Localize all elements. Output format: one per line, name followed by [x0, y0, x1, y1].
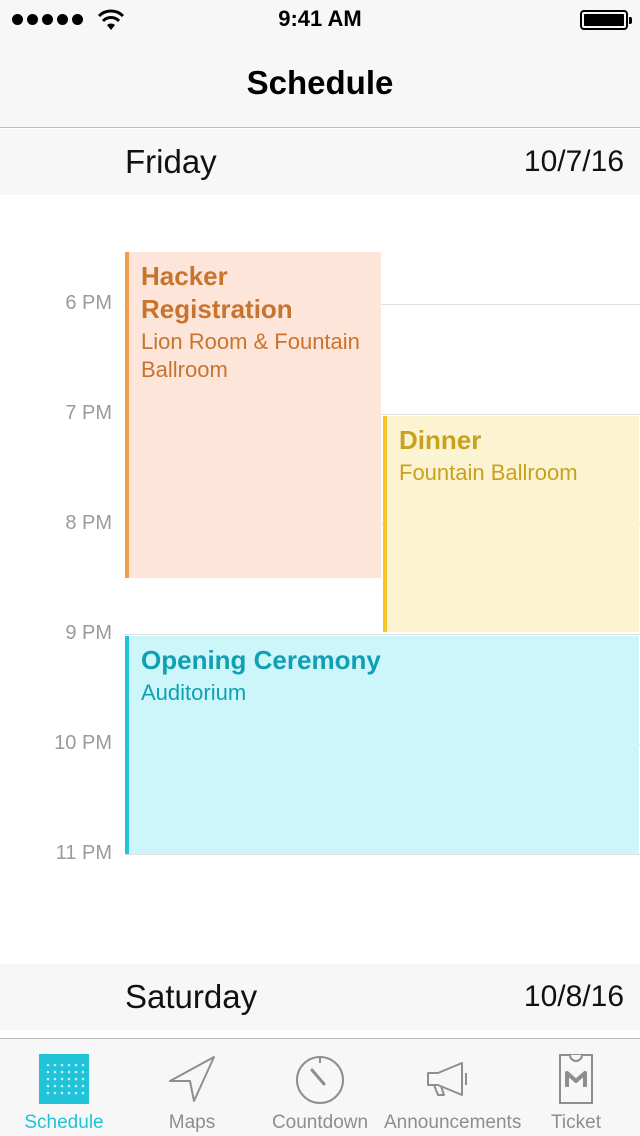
- location-arrow-icon: [169, 1056, 215, 1102]
- event-title: Dinner: [399, 425, 482, 455]
- stopwatch-icon: [296, 1056, 344, 1104]
- tab-label: Announcements: [384, 1112, 522, 1133]
- day-name: Saturday: [125, 978, 258, 1015]
- calendar-grid-icon: [39, 1054, 89, 1104]
- hour-label: 11 PM: [55, 842, 112, 864]
- tab-label: Maps: [168, 1112, 216, 1133]
- event-hacker-registration[interactable]: Hacker Registration Lion Room & Fountain…: [125, 252, 381, 578]
- tab-bar: Schedule Maps Countdown Announcements Ti…: [0, 1038, 640, 1136]
- hour-row-11pm: 11 PM: [0, 842, 640, 864]
- event-location: Fountain Ballroom: [399, 460, 578, 485]
- event-dinner[interactable]: Dinner Fountain Ballroom: [383, 416, 639, 632]
- megaphone-icon: [427, 1062, 467, 1096]
- tab-label: Ticket: [551, 1112, 601, 1133]
- tab-schedule[interactable]: Schedule: [0, 1039, 128, 1136]
- hour-divider: [124, 634, 640, 635]
- day-name: Friday: [125, 143, 217, 180]
- hour-divider: [124, 854, 640, 855]
- tab-maps[interactable]: Maps: [128, 1039, 256, 1136]
- day-date: 10/8/16: [523, 980, 624, 1013]
- event-opening-ceremony[interactable]: Opening Ceremony Auditorium: [125, 636, 639, 854]
- page-title: Schedule: [246, 64, 394, 101]
- event-location: Lion Room & Fountain Ballroom: [141, 329, 360, 382]
- day-date: 10/7/16: [523, 145, 624, 178]
- event-title: Hacker Registration: [141, 261, 293, 324]
- tab-label: Countdown: [271, 1112, 369, 1133]
- ticket-icon: [559, 1054, 593, 1104]
- hour-label: 6 PM: [65, 292, 112, 314]
- hour-label: 7 PM: [65, 402, 112, 424]
- event-title: Opening Ceremony: [141, 645, 381, 675]
- hour-label: 10 PM: [54, 732, 112, 754]
- event-location: Auditorium: [141, 680, 247, 705]
- day-header-saturday: Saturday 10/8/16: [0, 964, 640, 1030]
- tab-countdown[interactable]: Countdown: [256, 1039, 384, 1136]
- hour-label: 8 PM: [65, 512, 112, 534]
- tab-label: Schedule: [24, 1112, 104, 1133]
- status-time: 9:41 AM: [278, 6, 362, 31]
- day-header-friday: Friday 10/7/16: [0, 129, 640, 195]
- tab-ticket[interactable]: Ticket: [512, 1039, 640, 1136]
- battery-icon: [580, 10, 632, 30]
- hour-label: 9 PM: [65, 622, 112, 644]
- status-bar: 9:41 AM: [0, 0, 640, 40]
- navigation-bar: Schedule: [0, 40, 640, 128]
- tab-announcements[interactable]: Announcements: [384, 1039, 522, 1136]
